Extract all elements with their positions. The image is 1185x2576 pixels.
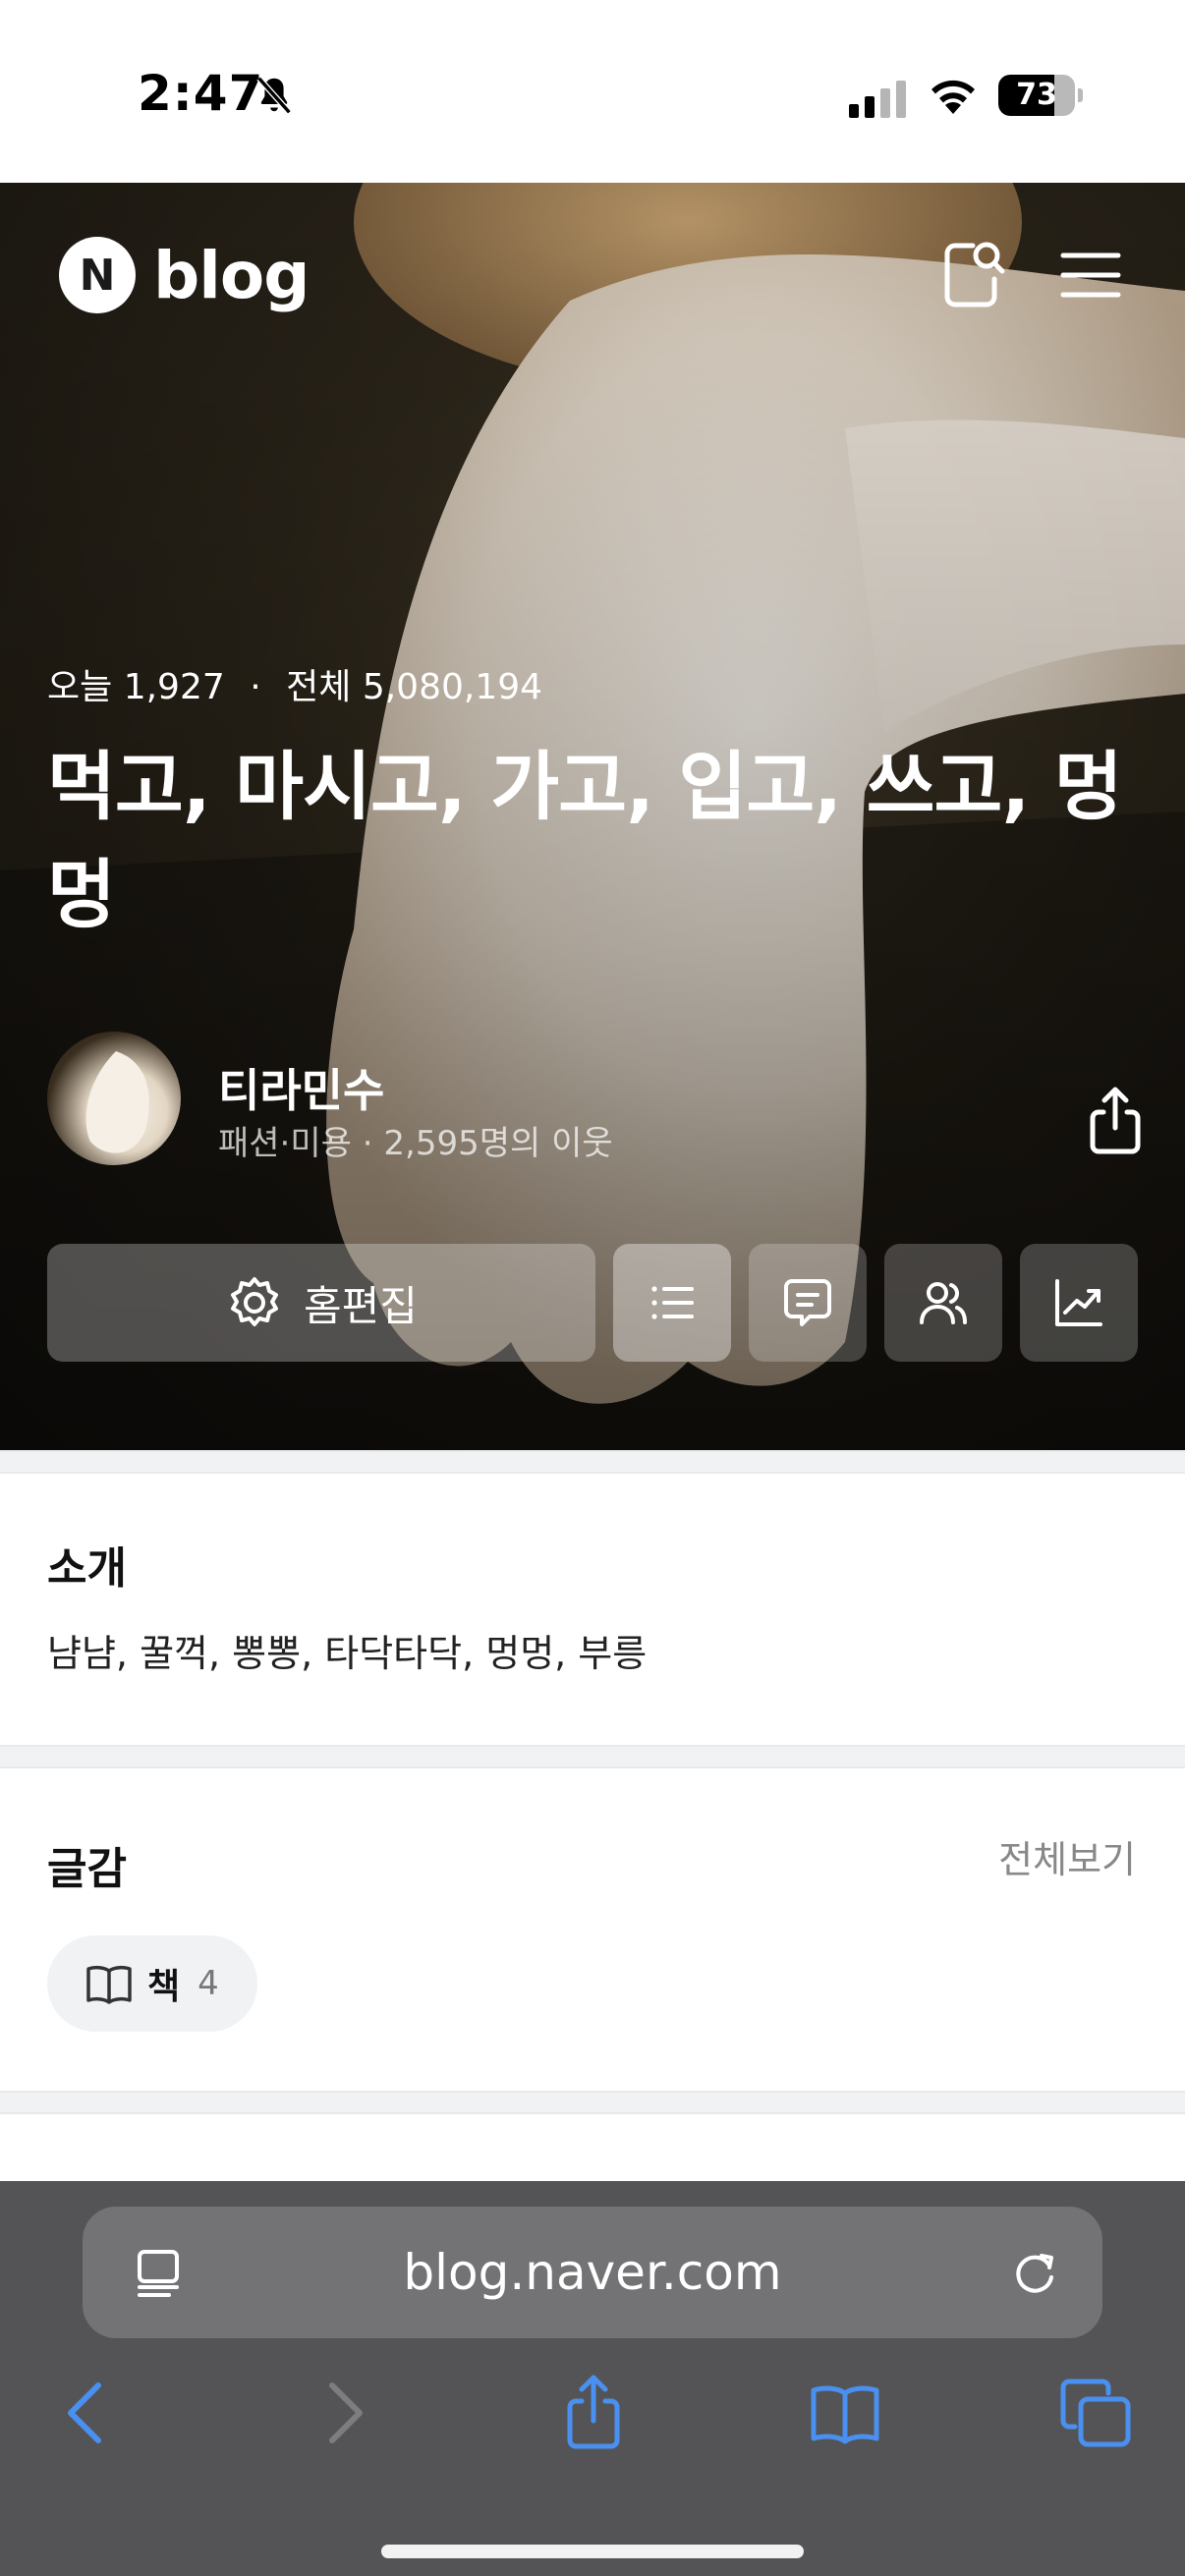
share-icon[interactable] — [1077, 1083, 1154, 1159]
owner-name[interactable]: 티라민수 — [218, 1055, 384, 1120]
section-divider — [0, 1745, 1185, 1768]
intro-text: 냠냠, 꿀꺽, 뽕뽕, 타닥타닥, 멍멍, 부릉 — [47, 1632, 648, 1675]
blog-hero: N blog 오늘 1,927 · 전체 5,080,194 먹고, 마시고, … — [0, 183, 1185, 1450]
search-icon[interactable] — [930, 234, 1012, 316]
status-bar: 2:47 73 — [0, 0, 1185, 183]
see-all-link[interactable]: 전체보기 — [998, 1829, 1136, 1883]
owner-category: 패션·미용 — [218, 1124, 352, 1163]
reader-icon[interactable] — [130, 2244, 187, 2301]
status-time: 2:47 — [138, 65, 264, 122]
today-count: 1,927 — [123, 667, 225, 707]
home-edit-label: 홈편집 — [304, 1281, 418, 1330]
back-icon[interactable] — [47, 2372, 130, 2454]
url-text[interactable]: blog.naver.com — [83, 2207, 1102, 2338]
stats-separator: · — [250, 667, 261, 707]
gear-icon — [231, 1277, 279, 1326]
section-divider — [0, 2091, 1185, 2114]
signal-icon — [849, 81, 906, 118]
stats-button[interactable] — [1020, 1244, 1138, 1362]
home-indicator — [381, 2545, 804, 2558]
book-icon — [86, 1965, 132, 2004]
battery-percent: 73 — [1016, 78, 1057, 112]
share-icon[interactable] — [552, 2372, 635, 2454]
owner-meta-separator: · — [362, 1124, 373, 1163]
avatar[interactable] — [47, 1032, 181, 1165]
post-list-button[interactable] — [613, 1244, 731, 1362]
total-count: 5,080,194 — [362, 667, 543, 707]
owner-neighbors: 2,595명의 이웃 — [383, 1124, 613, 1163]
owner-meta: 패션·미용 · 2,595명의 이웃 — [218, 1116, 613, 1164]
topic-chip-count: 4 — [198, 1964, 219, 2003]
comment-icon — [784, 1279, 831, 1326]
guestbook-button[interactable] — [749, 1244, 867, 1362]
reload-icon[interactable] — [1006, 2244, 1063, 2301]
topic-chip-label: 책 — [147, 1967, 181, 2007]
bell-slash-icon — [256, 76, 292, 115]
home-edit-button[interactable]: 홈편집 — [47, 1244, 595, 1362]
topics-heading: 글감 — [47, 1844, 127, 1894]
intro-heading: 소개 — [47, 1543, 127, 1594]
visitor-stats: 오늘 1,927 · 전체 5,080,194 — [47, 658, 542, 709]
naver-blog-logo[interactable]: N blog — [59, 236, 310, 314]
neighbors-button[interactable] — [884, 1244, 1002, 1362]
stats-icon — [1055, 1279, 1102, 1326]
blog-title: 먹고, 마시고, 가고, 입고, 쓰고, 멍멍 — [47, 743, 1123, 938]
tabs-icon[interactable] — [1055, 2372, 1138, 2454]
forward-icon[interactable] — [301, 2372, 383, 2454]
menu-icon[interactable] — [1049, 234, 1132, 316]
address-bar[interactable]: blog.naver.com — [83, 2207, 1102, 2338]
list-icon — [651, 1286, 694, 1319]
battery-indicator: 73 — [998, 75, 1083, 116]
blog-logo-text: blog — [153, 237, 310, 313]
total-label: 전체 — [286, 667, 352, 707]
naver-n-logo: N — [59, 237, 136, 313]
today-label: 오늘 — [47, 667, 113, 707]
bookmarks-icon[interactable] — [804, 2372, 886, 2454]
neighbors-icon — [920, 1282, 967, 1324]
wifi-icon — [931, 80, 975, 114]
browser-toolbar: blog.naver.com — [0, 2181, 1185, 2576]
topic-chip-books[interactable]: 책 4 — [47, 1935, 257, 2032]
section-divider — [0, 1450, 1185, 1474]
